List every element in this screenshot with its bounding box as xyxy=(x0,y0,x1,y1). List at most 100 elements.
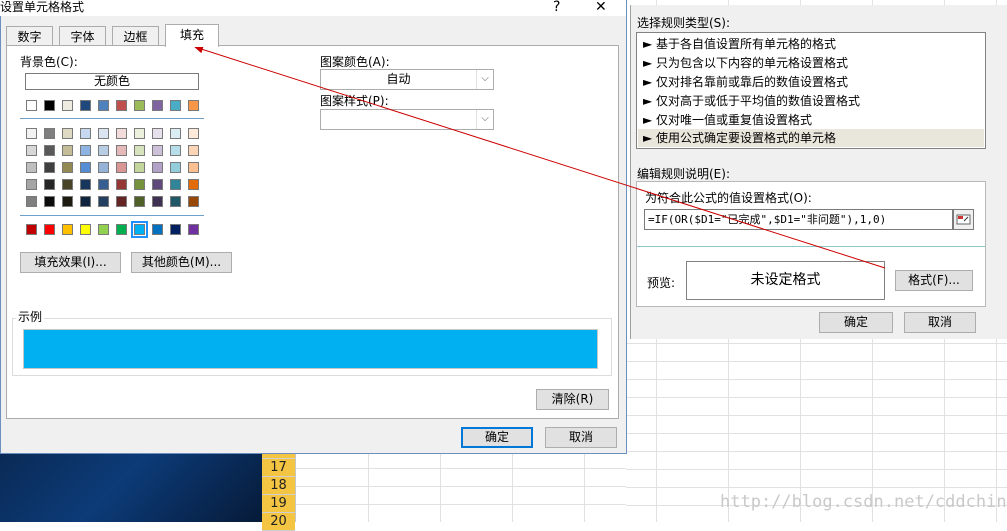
tint-swatch[interactable] xyxy=(44,196,55,207)
tint-swatch[interactable] xyxy=(116,179,127,190)
rule-ok-button[interactable]: 确定 xyxy=(819,312,893,333)
rule-cancel-button[interactable]: 取消 xyxy=(904,312,976,333)
tint-swatch[interactable] xyxy=(188,196,199,207)
tab-font[interactable]: 字体 xyxy=(59,26,106,47)
tint-swatch[interactable] xyxy=(44,179,55,190)
row-header-17[interactable]: 17 xyxy=(262,459,295,477)
tint-swatch[interactable] xyxy=(80,145,91,156)
pattern-style-select[interactable]: ⌵ xyxy=(320,109,494,130)
tint-swatch[interactable] xyxy=(26,128,37,139)
tint-swatch[interactable] xyxy=(170,128,181,139)
theme-swatch[interactable] xyxy=(44,100,55,111)
tint-swatch[interactable] xyxy=(116,128,127,139)
formula-input[interactable]: =IF(OR($D1="已完成",$D1="非问题"),1,0) xyxy=(644,209,953,230)
tint-swatch[interactable] xyxy=(44,145,55,156)
tint-swatch[interactable] xyxy=(26,162,37,173)
standard-swatch[interactable] xyxy=(170,224,181,235)
tint-swatch[interactable] xyxy=(44,162,55,173)
tint-swatch[interactable] xyxy=(80,162,91,173)
tint-swatch[interactable] xyxy=(170,196,181,207)
tint-swatch[interactable] xyxy=(98,128,109,139)
rule-type-item[interactable]: ► 仅对唯一值或重复值设置格式 xyxy=(643,111,812,129)
tab-border[interactable]: 边框 xyxy=(112,26,159,47)
tint-swatch[interactable] xyxy=(98,162,109,173)
tint-swatch[interactable] xyxy=(188,162,199,173)
rule-type-item[interactable]: ► 只为包含以下内容的单元格设置格式 xyxy=(643,54,848,72)
standard-swatch[interactable] xyxy=(152,224,163,235)
standard-swatch[interactable] xyxy=(44,224,55,235)
rule-type-item-selected[interactable]: ► 使用公式确定要设置格式的单元格 xyxy=(638,129,984,147)
tint-swatch[interactable] xyxy=(98,196,109,207)
rule-type-item[interactable]: ► 仅对排名靠前或靠后的数值设置格式 xyxy=(643,73,848,91)
row-header-18[interactable]: 18 xyxy=(262,477,295,495)
tint-swatch[interactable] xyxy=(62,179,73,190)
theme-swatch[interactable] xyxy=(152,100,163,111)
tint-swatch[interactable] xyxy=(188,145,199,156)
help-button[interactable]: ? xyxy=(553,0,560,14)
theme-swatch[interactable] xyxy=(116,100,127,111)
theme-swatch[interactable] xyxy=(26,100,37,111)
standard-swatch[interactable] xyxy=(26,224,37,235)
tab-number[interactable]: 数字 xyxy=(6,26,53,47)
tint-swatch[interactable] xyxy=(134,145,145,156)
tint-swatch[interactable] xyxy=(188,179,199,190)
no-color-button[interactable]: 无颜色 xyxy=(25,73,199,90)
tint-swatch[interactable] xyxy=(170,145,181,156)
tint-swatch[interactable] xyxy=(62,162,73,173)
standard-swatch[interactable] xyxy=(80,224,91,235)
row-header-20[interactable]: 20 xyxy=(262,513,295,531)
format-button[interactable]: 格式(F)... xyxy=(895,270,973,291)
pattern-color-select[interactable]: 自动 ⌵ xyxy=(320,69,494,90)
tint-swatch[interactable] xyxy=(134,196,145,207)
tint-swatch[interactable] xyxy=(98,179,109,190)
tint-swatch[interactable] xyxy=(134,179,145,190)
tint-swatch[interactable] xyxy=(26,179,37,190)
theme-swatch[interactable] xyxy=(170,100,181,111)
tint-swatch[interactable] xyxy=(26,196,37,207)
row-header-19[interactable]: 19 xyxy=(262,495,295,513)
theme-swatch[interactable] xyxy=(80,100,91,111)
tint-swatch[interactable] xyxy=(152,196,163,207)
cancel-button[interactable]: 取消 xyxy=(545,427,617,448)
rule-type-list[interactable]: ► 基于各自值设置所有单元格的格式 ► 只为包含以下内容的单元格设置格式 ► 仅… xyxy=(636,32,986,149)
ok-button[interactable]: 确定 xyxy=(461,427,533,448)
tint-swatch[interactable] xyxy=(134,162,145,173)
tint-swatch[interactable] xyxy=(44,128,55,139)
tint-swatch[interactable] xyxy=(80,179,91,190)
range-select-button[interactable] xyxy=(953,209,974,230)
tint-swatch[interactable] xyxy=(80,128,91,139)
standard-swatch[interactable] xyxy=(98,224,109,235)
tint-swatch[interactable] xyxy=(26,145,37,156)
theme-swatch[interactable] xyxy=(134,100,145,111)
tint-swatch[interactable] xyxy=(62,196,73,207)
tint-swatch[interactable] xyxy=(152,179,163,190)
rule-type-item[interactable]: ► 仅对高于或低于平均值的数值设置格式 xyxy=(643,92,860,110)
tint-swatch[interactable] xyxy=(80,196,91,207)
standard-swatch[interactable] xyxy=(131,221,148,238)
tint-swatch[interactable] xyxy=(62,145,73,156)
tint-swatch[interactable] xyxy=(134,128,145,139)
tint-swatch[interactable] xyxy=(170,179,181,190)
tint-swatch[interactable] xyxy=(170,162,181,173)
close-icon[interactable]: ✕ xyxy=(595,0,607,14)
tint-swatch[interactable] xyxy=(62,128,73,139)
standard-swatch[interactable] xyxy=(62,224,73,235)
theme-swatch[interactable] xyxy=(188,100,199,111)
tint-swatch[interactable] xyxy=(116,145,127,156)
tint-swatch[interactable] xyxy=(188,128,199,139)
clear-button[interactable]: 清除(R) xyxy=(536,389,609,410)
rule-type-item[interactable]: ► 基于各自值设置所有单元格的格式 xyxy=(643,35,836,53)
standard-swatch[interactable] xyxy=(188,224,199,235)
theme-swatch[interactable] xyxy=(62,100,73,111)
tab-fill[interactable]: 填充 xyxy=(165,24,219,47)
tint-swatch[interactable] xyxy=(98,145,109,156)
standard-swatch[interactable] xyxy=(116,224,127,235)
tint-swatch[interactable] xyxy=(116,162,127,173)
more-colors-button[interactable]: 其他颜色(M)... xyxy=(131,252,232,273)
tint-swatch[interactable] xyxy=(152,162,163,173)
tint-swatch[interactable] xyxy=(152,128,163,139)
fill-effects-button[interactable]: 填充效果(I)... xyxy=(20,252,121,273)
tint-swatch[interactable] xyxy=(152,145,163,156)
tint-swatch[interactable] xyxy=(116,196,127,207)
theme-swatch[interactable] xyxy=(98,100,109,111)
